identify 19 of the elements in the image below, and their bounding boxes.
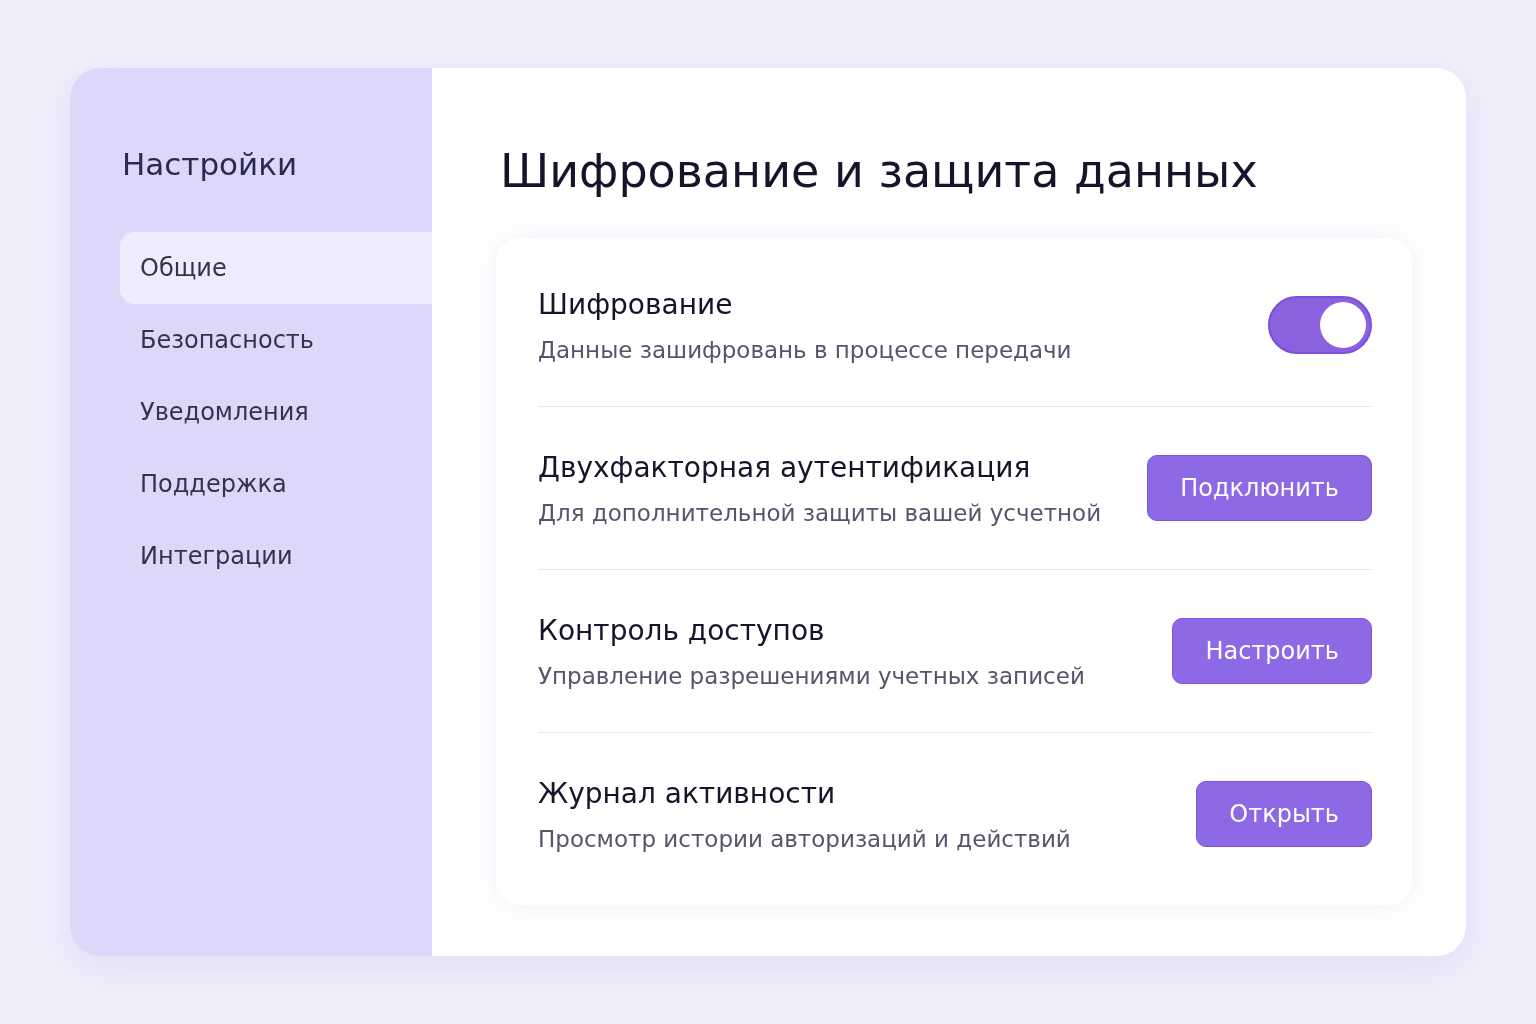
sidebar-item[interactable]: Поддержка <box>120 448 432 520</box>
sidebar-item[interactable]: Безопасность <box>120 304 432 376</box>
setting-description: Просмотр истории авторизаций и действий <box>538 825 1071 852</box>
sidebar-title: Настройки <box>122 146 299 182</box>
setting-title: Контроль доступов <box>538 613 826 647</box>
setting-title: Двухфакторная аутентификация <box>538 450 1032 484</box>
page-heading: Шифрование и защита данных <box>500 144 1259 198</box>
setting-description: Для дополнительной защиты вашей усчетной <box>538 499 1102 526</box>
sidebar-item[interactable]: Общие <box>120 232 432 304</box>
action-button[interactable]: Открыть <box>1196 781 1372 847</box>
sidebar-item[interactable]: Уведомления <box>120 376 432 448</box>
sidebar-item[interactable]: Интеграции <box>120 520 432 592</box>
action-button[interactable]: Подклюнить <box>1147 455 1372 521</box>
toggle-switch[interactable] <box>1268 296 1372 354</box>
setting-description: Данные зашифровань в процессе передачи <box>538 336 1072 363</box>
setting-title: Шифрование <box>538 287 734 321</box>
setting-title: Журнал активности <box>538 776 837 810</box>
setting-description: Управление разрешениями учетных записей <box>538 662 1085 689</box>
action-button[interactable]: Настроить <box>1172 618 1372 684</box>
